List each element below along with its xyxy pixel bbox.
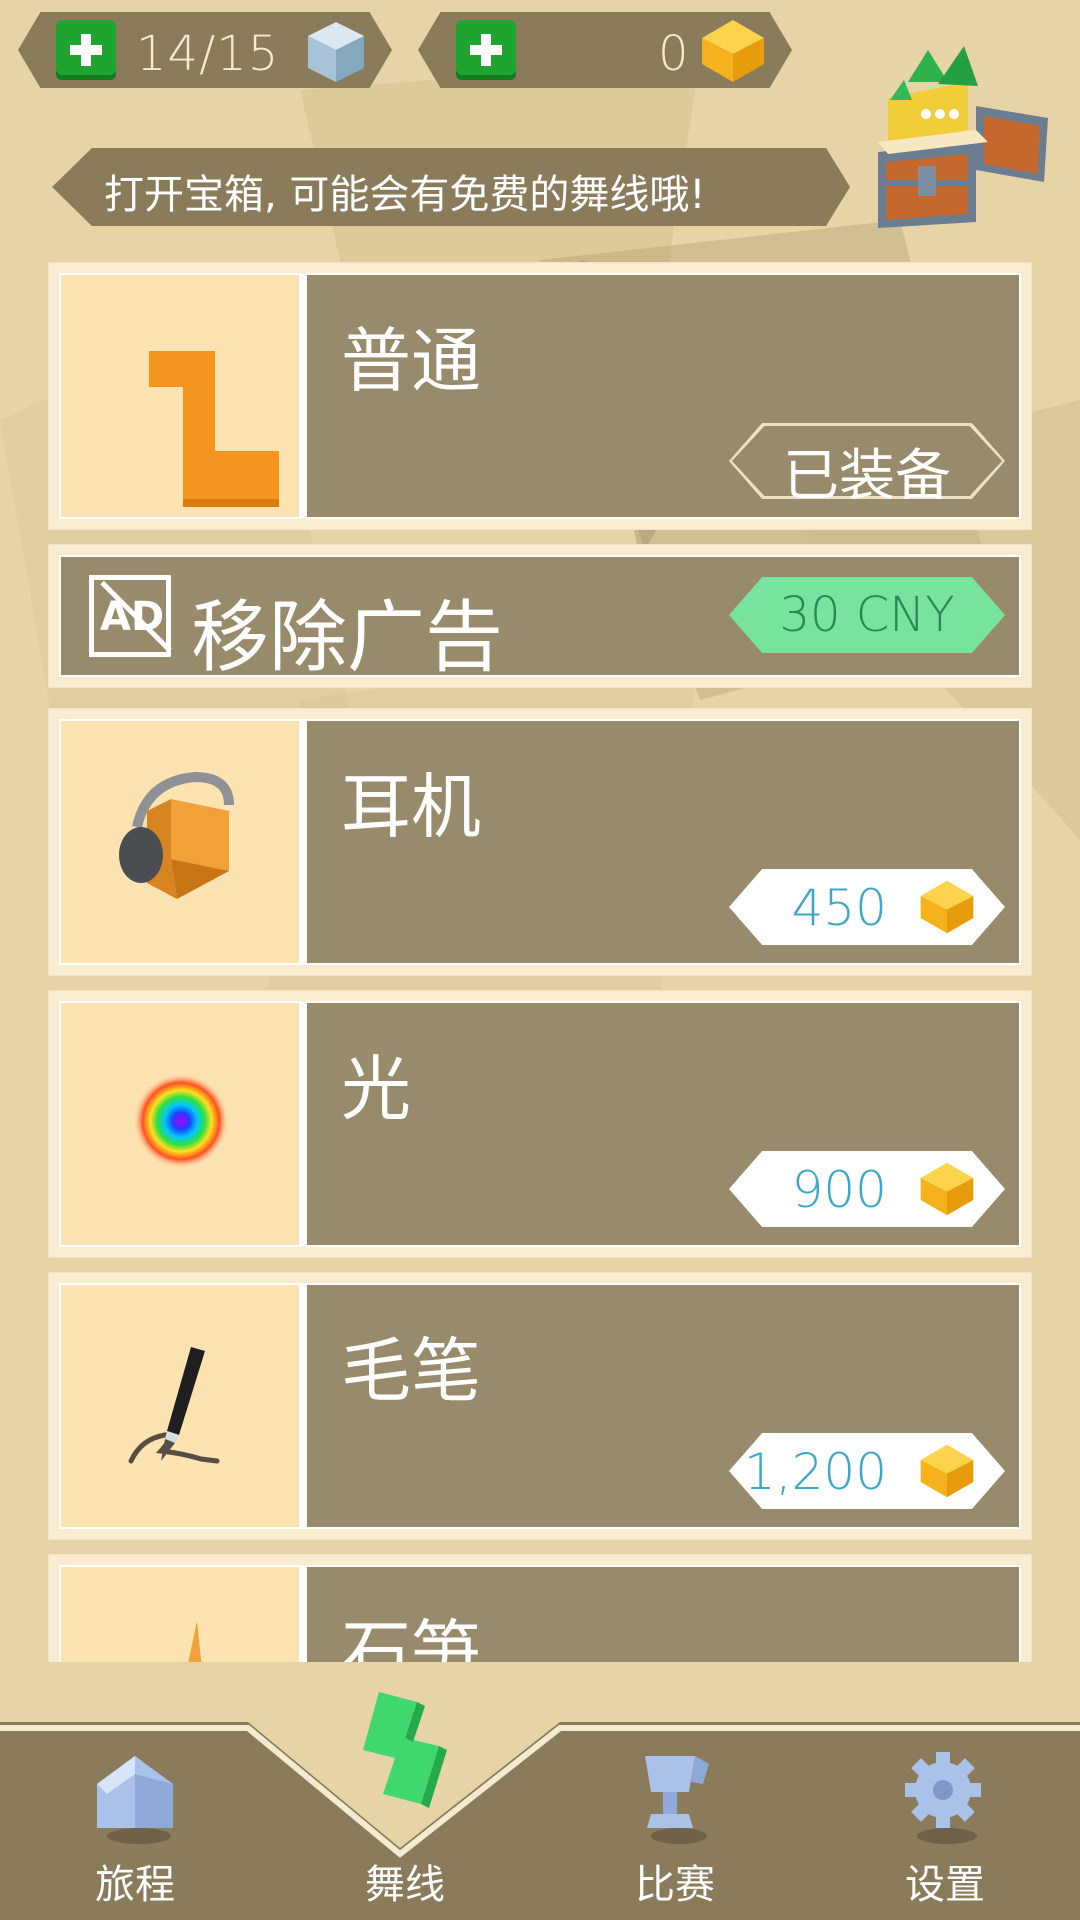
card-frame: 耳机 450 bbox=[59, 719, 1021, 965]
price-value: 450 bbox=[791, 879, 887, 937]
skin-title: 毛笔 bbox=[341, 1330, 481, 1412]
gems-value: 0 bbox=[658, 26, 690, 82]
nav-competition-label: 比赛 bbox=[635, 1862, 715, 1908]
dancing-line-icon bbox=[363, 1692, 447, 1808]
equipped-label: 已装备 bbox=[783, 444, 951, 509]
line-skin-list: 普通 已装备 AD 移除广告 30 CNY bbox=[48, 262, 1032, 1662]
buy-button[interactable]: 1,200 bbox=[729, 1433, 1005, 1509]
skin-info: 光 900 bbox=[307, 1003, 1019, 1245]
buy-button[interactable]: 900 bbox=[729, 1151, 1005, 1227]
house-icon bbox=[97, 1756, 173, 1844]
trophy-icon bbox=[645, 1756, 709, 1844]
card-frame: 光 900 bbox=[59, 1001, 1021, 1247]
nav-settings-label: 设置 bbox=[905, 1862, 985, 1908]
rainbow-glow-icon bbox=[133, 1073, 229, 1169]
skin-info: 耳机 450 bbox=[307, 721, 1019, 963]
treasure-chest-icon[interactable] bbox=[868, 42, 1064, 232]
skin-title: 耳机 bbox=[341, 766, 481, 848]
cube-icon bbox=[308, 22, 364, 82]
card-frame: AD 移除广告 30 CNY bbox=[59, 555, 1021, 683]
gem-icon bbox=[920, 880, 974, 934]
lives-value: 14/15 bbox=[136, 26, 280, 82]
nav-journey[interactable]: 旅程 bbox=[0, 1722, 270, 1920]
skin-thumbnail bbox=[61, 1003, 299, 1245]
remove-ads-price-button[interactable]: 30 CNY bbox=[729, 577, 1005, 653]
skin-thumbnail bbox=[61, 721, 299, 963]
gem-icon bbox=[920, 1444, 974, 1498]
remove-ads-title: 移除广告 bbox=[191, 593, 504, 683]
gem-icon bbox=[702, 20, 764, 82]
skin-card-stalagmite[interactable]: 石笋 bbox=[48, 1554, 1032, 1662]
gem-icon bbox=[920, 1162, 974, 1216]
price-value: 1,200 bbox=[743, 1443, 887, 1501]
card-frame: 石笋 bbox=[59, 1565, 1021, 1662]
price-value: 900 bbox=[791, 1161, 887, 1219]
card-frame: 毛笔 1,200 bbox=[59, 1283, 1021, 1529]
skin-title: 普通 bbox=[341, 320, 481, 402]
skin-thumbnail bbox=[61, 1285, 299, 1527]
buy-button[interactable]: 450 bbox=[729, 869, 1005, 945]
add-lives-button[interactable] bbox=[56, 20, 116, 80]
nav-competition[interactable]: 比赛 bbox=[540, 1722, 810, 1920]
headphone-cube-icon bbox=[119, 771, 234, 899]
equipped-badge: 已装备 bbox=[729, 423, 1005, 499]
nav-dancing-line[interactable]: 舞线 bbox=[270, 1692, 540, 1920]
skin-card-headphone[interactable]: 耳机 450 bbox=[48, 708, 1032, 976]
skin-card-normal[interactable]: 普通 已装备 bbox=[48, 262, 1032, 530]
gems-counter: 0 bbox=[418, 12, 792, 88]
skin-info: 石笋 bbox=[307, 1567, 1019, 1662]
skin-info: 毛笔 1,200 bbox=[307, 1285, 1019, 1527]
lives-counter: 14/15 bbox=[18, 12, 392, 88]
banner-text: 打开宝箱, 可能会有免费的舞线哦! bbox=[104, 172, 706, 218]
skin-info: 普通 已装备 bbox=[307, 275, 1019, 517]
bottom-nav: 旅程 舞线 比赛 设置 bbox=[0, 1692, 1080, 1920]
nav-dancing-line-label: 舞线 bbox=[365, 1862, 445, 1908]
skin-title: 光 bbox=[341, 1048, 411, 1130]
brush-icon bbox=[128, 1347, 220, 1464]
skin-thumbnail bbox=[61, 275, 299, 517]
chest-hint-banner: 打开宝箱, 可能会有免费的舞线哦! bbox=[52, 148, 850, 226]
skin-card-brush[interactable]: 毛笔 1,200 bbox=[48, 1272, 1032, 1540]
remove-ads-card[interactable]: AD 移除广告 30 CNY bbox=[48, 544, 1032, 688]
card-frame: 普通 已装备 bbox=[59, 273, 1021, 519]
skin-thumbnail bbox=[61, 1567, 299, 1662]
skin-title: 石笋 bbox=[341, 1612, 481, 1662]
no-ads-icon: AD bbox=[89, 575, 172, 657]
stalagmite-icon bbox=[188, 1621, 202, 1662]
remove-ads-body: AD 移除广告 30 CNY bbox=[61, 557, 1019, 683]
remove-ads-price: 30 CNY bbox=[779, 587, 955, 643]
orange-line-icon bbox=[149, 351, 279, 507]
gear-icon bbox=[905, 1752, 981, 1844]
add-gems-button[interactable] bbox=[456, 20, 516, 80]
nav-journey-label: 旅程 bbox=[95, 1862, 175, 1908]
nav-settings[interactable]: 设置 bbox=[810, 1722, 1080, 1920]
skin-card-light[interactable]: 光 900 bbox=[48, 990, 1032, 1258]
